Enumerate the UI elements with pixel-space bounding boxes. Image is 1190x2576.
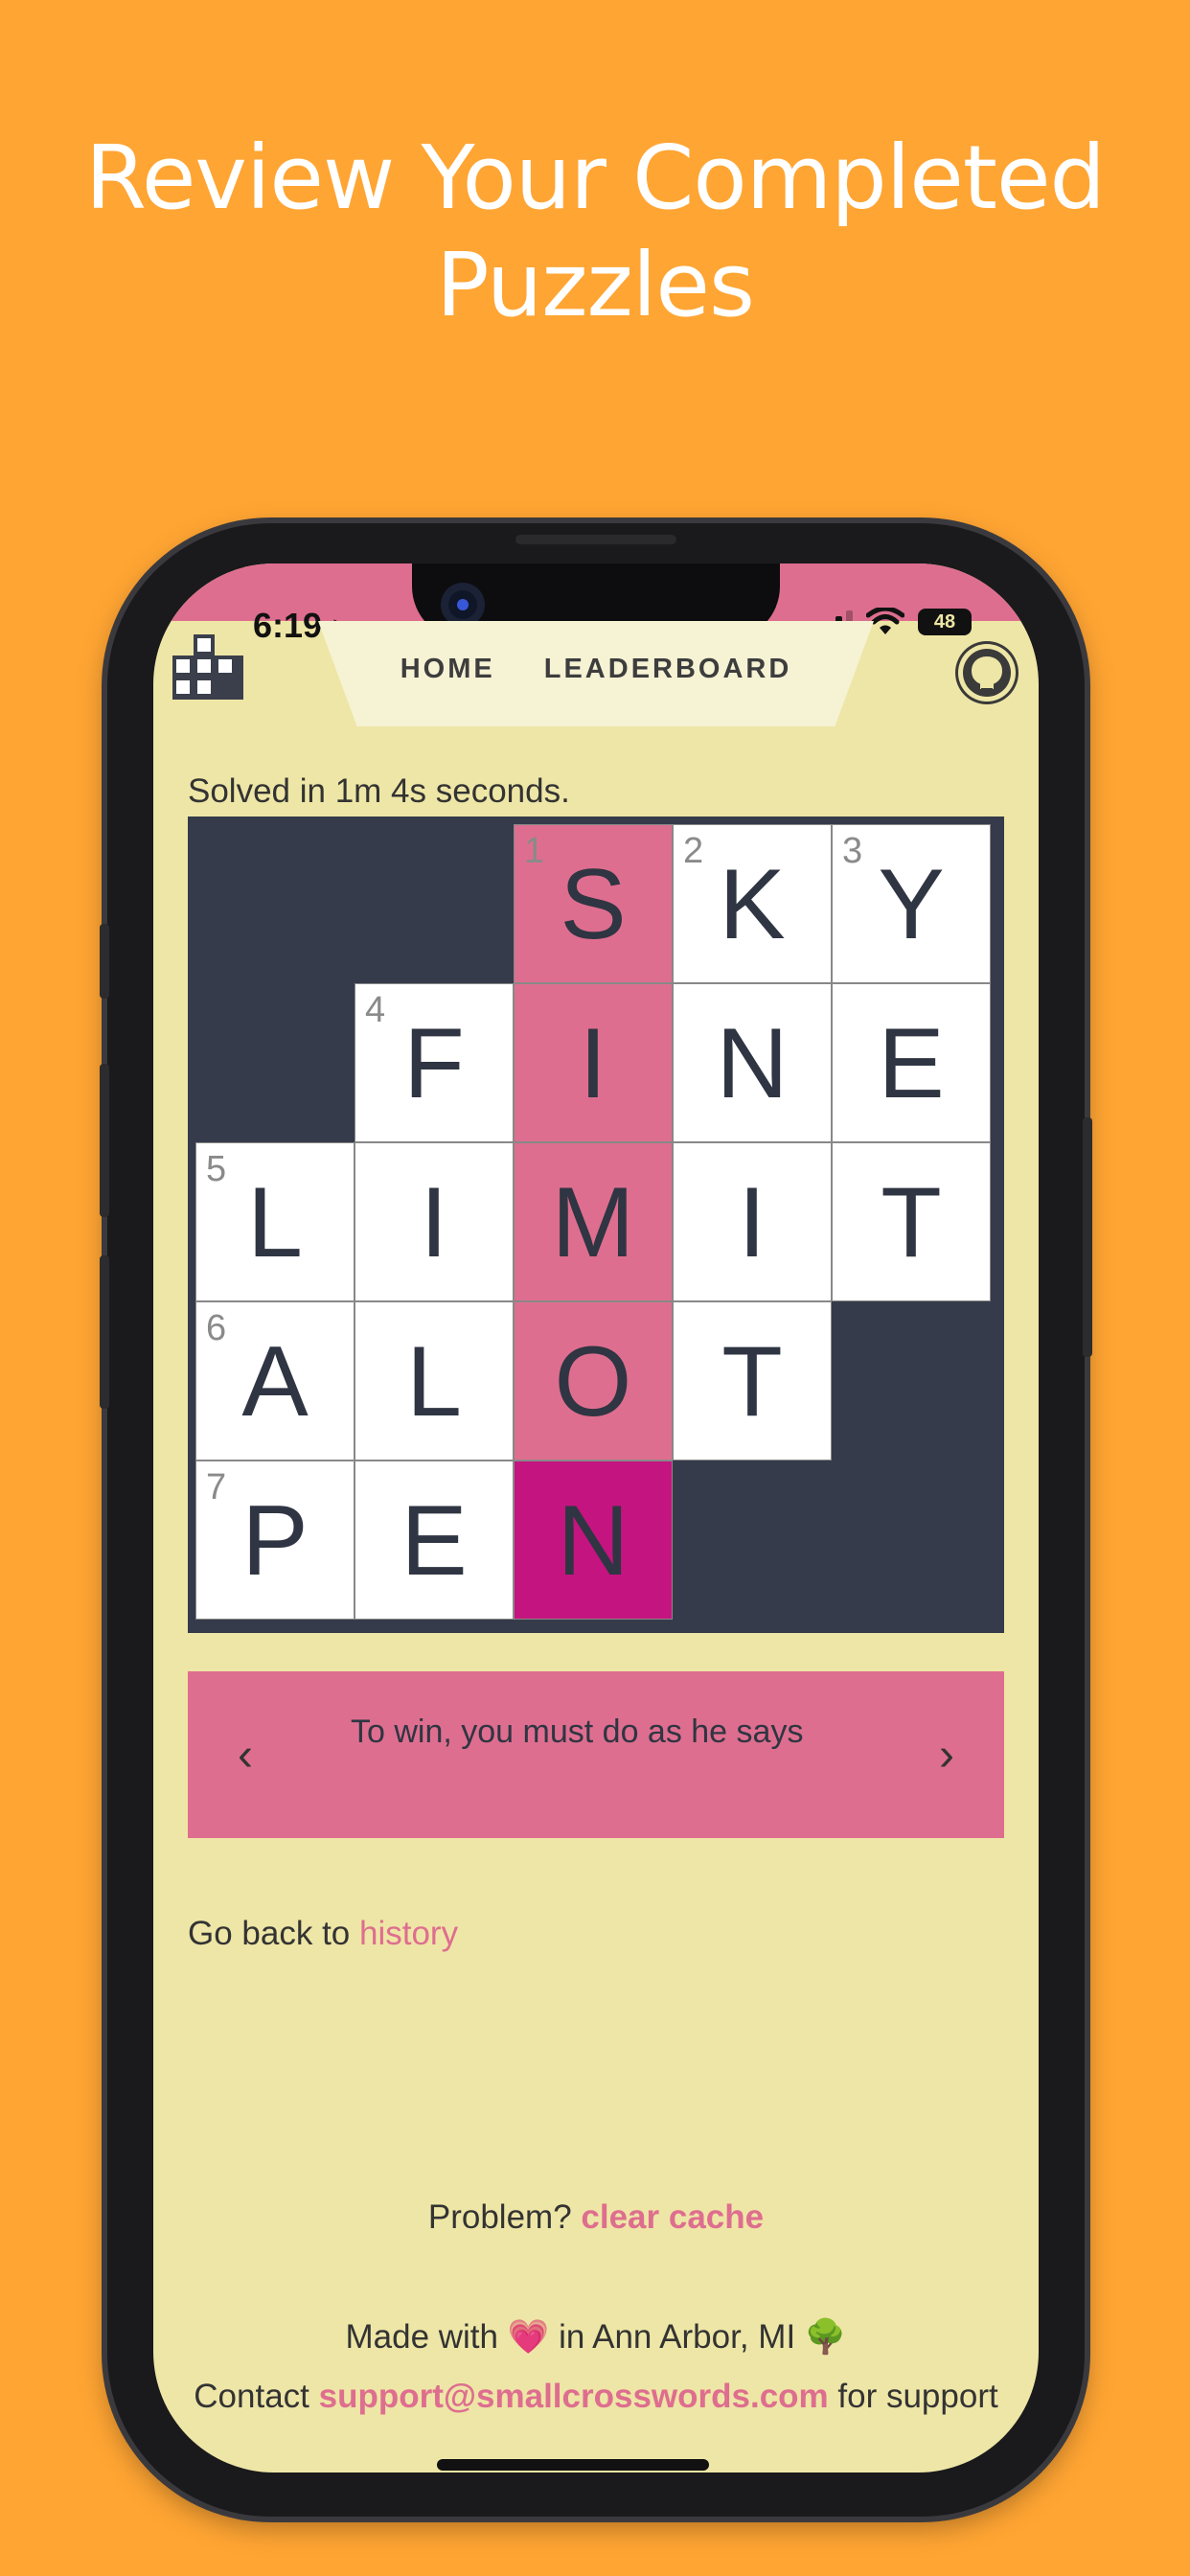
grid-cell[interactable]: E — [355, 1460, 514, 1620]
mute-switch — [100, 924, 109, 999]
back-prefix: Go back to — [188, 1915, 359, 1952]
tree-icon: 🌳 — [804, 2318, 847, 2356]
cell-letter: M — [551, 1167, 635, 1278]
github-icon[interactable] — [958, 644, 1016, 702]
cell-letter: E — [878, 1008, 945, 1119]
app-logo-icon[interactable] — [171, 632, 245, 703]
support-email-link[interactable]: support@smallcrosswords.com — [319, 2378, 829, 2415]
nav-leaderboard-link[interactable]: LEADERBOARD — [544, 654, 792, 684]
solved-time-text: Solved in 1m 4s seconds. — [188, 772, 570, 810]
chevron-left-icon[interactable]: ‹ — [238, 1729, 253, 1782]
grid-cell[interactable]: I — [673, 1142, 832, 1301]
grid-cell[interactable]: 4F — [355, 983, 514, 1142]
problem-line: Problem? clear cache — [153, 2198, 1039, 2237]
grid-cell[interactable]: N — [514, 1460, 673, 1620]
power-button — [1083, 1117, 1092, 1357]
cell-letter: I — [738, 1167, 767, 1278]
cell-letter: I — [579, 1008, 607, 1119]
cell-letter: P — [241, 1485, 309, 1597]
cell-letter: N — [716, 1008, 789, 1119]
made-with-line: Made with 💗 in Ann Arbor, MI 🌳 — [153, 2317, 1039, 2357]
cell-letter: T — [721, 1326, 783, 1438]
earpiece-speaker — [515, 535, 676, 544]
grid-cell[interactable]: I — [355, 1142, 514, 1301]
grid-cell[interactable]: 2K — [673, 824, 832, 983]
contact-prefix: Contact — [194, 2378, 319, 2415]
grid-cell[interactable]: 6A — [195, 1301, 355, 1460]
chevron-right-icon[interactable]: › — [939, 1729, 954, 1782]
headline-line-1: Review Your Completed — [85, 126, 1106, 229]
crossword-grid: 1S2K3Y4FINE5LIMIT6ALOT7PEN — [188, 816, 1004, 1633]
back-to-history: Go back to history — [188, 1915, 458, 1953]
cell-letter: F — [403, 1008, 465, 1119]
front-camera-icon — [441, 583, 485, 627]
cell-letter: T — [881, 1167, 942, 1278]
clue-bar: ‹ To win, you must do as he says › — [188, 1671, 1004, 1838]
cell-letter: A — [241, 1326, 309, 1438]
app-screen: 6:19 ➤ 48 HOME LEADERBOARD Solved in — [153, 564, 1039, 2472]
heart-icon: 💗 — [507, 2318, 550, 2356]
cell-letter: E — [400, 1485, 468, 1597]
cell-letter: L — [406, 1326, 462, 1438]
grid-cell[interactable]: T — [673, 1301, 832, 1460]
home-indicator — [437, 2459, 709, 2471]
grid-cell[interactable]: T — [832, 1142, 991, 1301]
main-nav: HOME LEADERBOARD — [318, 654, 874, 685]
headline-line-2: Puzzles — [436, 234, 755, 336]
grid-cell[interactable]: N — [673, 983, 832, 1142]
promo-headline: Review Your Completed Puzzles — [0, 125, 1190, 339]
cell-letter: S — [560, 849, 627, 960]
cell-letter: O — [554, 1326, 632, 1438]
clue-text: To win, you must do as he says — [351, 1714, 804, 1750]
battery-indicator: 48 — [918, 609, 972, 635]
volume-up-button — [100, 1064, 109, 1217]
grid-cell[interactable]: 5L — [195, 1142, 355, 1301]
grid-cell[interactable]: L — [355, 1301, 514, 1460]
grid-cell[interactable]: 7P — [195, 1460, 355, 1620]
cell-letter: L — [247, 1167, 303, 1278]
nav-home-link[interactable]: HOME — [400, 654, 495, 684]
clear-cache-link[interactable]: clear cache — [581, 2198, 764, 2236]
problem-prefix: Problem? — [427, 2198, 582, 2236]
contact-suffix: for support — [828, 2378, 998, 2415]
grid-cell[interactable]: E — [832, 983, 991, 1142]
made-prefix: Made with — [345, 2318, 499, 2356]
grid-cell[interactable]: 3Y — [832, 824, 991, 983]
cell-letter: N — [557, 1485, 629, 1597]
grid-cell[interactable]: 1S — [514, 824, 673, 983]
made-suffix: in Ann Arbor, MI — [559, 2318, 796, 2356]
cell-letter: K — [719, 849, 786, 960]
status-time-text: 6:19 — [253, 606, 323, 645]
contact-line: Contact support@smallcrosswords.com for … — [153, 2371, 1039, 2423]
grid-cell[interactable]: I — [514, 983, 673, 1142]
cell-letter: Y — [878, 849, 945, 960]
grid-cell[interactable]: O — [514, 1301, 673, 1460]
volume-down-button — [100, 1255, 109, 1409]
history-link[interactable]: history — [359, 1915, 458, 1952]
grid-cell[interactable]: M — [514, 1142, 673, 1301]
cell-letter: I — [420, 1167, 448, 1278]
